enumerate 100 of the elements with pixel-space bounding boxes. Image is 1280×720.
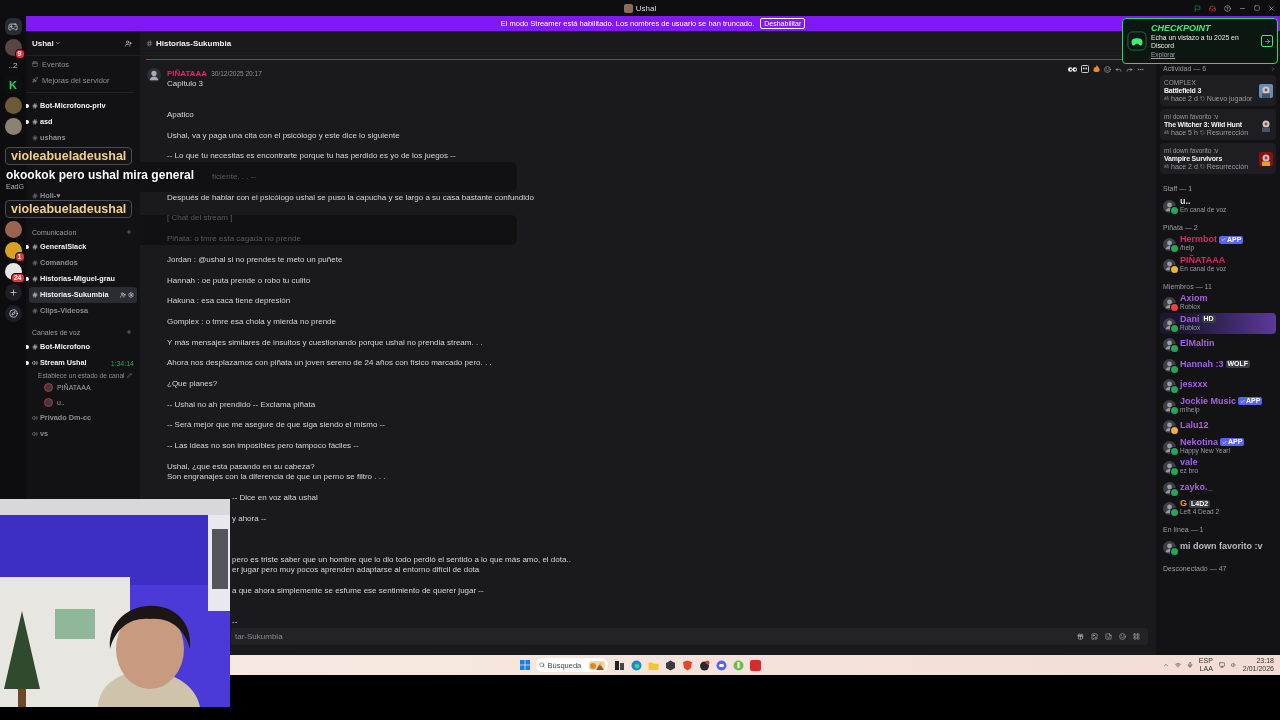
- chat-app-icon[interactable]: [715, 659, 727, 671]
- calendar-icon: [32, 61, 38, 67]
- forward-icon[interactable]: [1126, 65, 1133, 73]
- hash-icon: [32, 292, 38, 298]
- message-text: ficiente. . . --: [212, 172, 257, 183]
- discover-button[interactable]: [4, 305, 22, 322]
- flag-icon[interactable]: [1194, 4, 1201, 12]
- sticker-icon[interactable]: [1105, 633, 1112, 640]
- unread-indicator: [26, 345, 29, 349]
- maximize-icon[interactable]: [1254, 5, 1260, 11]
- message-text: ¿Que planes?: [167, 378, 219, 390]
- member-name: Axiom: [1180, 294, 1208, 304]
- member-item[interactable]: zayko._: [1160, 477, 1276, 498]
- server-icon[interactable]: [4, 221, 22, 238]
- author-name[interactable]: PIÑATAAA: [167, 69, 208, 79]
- unread-indicator: [26, 245, 29, 249]
- message-text: [ Chat del stream ]: [167, 213, 234, 224]
- open-button[interactable]: [1261, 35, 1273, 47]
- chat-username: violeabueladeushal: [5, 200, 133, 218]
- check-icon: [1240, 398, 1246, 404]
- browser-icon[interactable]: [630, 659, 642, 671]
- message-text: Gomplex : o tmre esa chola y mierda no prende: [167, 316, 337, 328]
- hash-icon: [32, 276, 38, 282]
- network-icon[interactable]: [1174, 662, 1181, 668]
- help-icon[interactable]: [1224, 4, 1231, 12]
- add-icon: [8, 288, 18, 297]
- invite-icon[interactable]: [120, 292, 126, 298]
- file-explorer-icon[interactable]: [613, 659, 625, 671]
- message-text: Y más mensajes similares de insultos y cuestionando porque ushal no prendia stream. . .: [167, 337, 484, 349]
- message-text: Apatico: [167, 110, 195, 121]
- home-button[interactable]: [4, 18, 22, 35]
- hash-icon: [32, 135, 38, 141]
- refresh-icon: [1199, 164, 1205, 169]
- add-server-button[interactable]: [4, 284, 22, 301]
- member-item[interactable]: mi down favorito :v: [1160, 536, 1276, 557]
- message-text: -- Dice en voz alta ushal: [232, 492, 319, 504]
- reply-icon[interactable]: [1115, 65, 1122, 73]
- message-text: Capitulo 3: [167, 79, 205, 89]
- shield-icon[interactable]: [681, 659, 693, 671]
- app-tile-icon[interactable]: [749, 659, 761, 671]
- app-icon[interactable]: [698, 659, 710, 671]
- member-item[interactable]: ElMaltin: [1160, 333, 1276, 354]
- message-text: Jordan : @ushal si no prendes te meto un puñete: [167, 254, 344, 266]
- message-text: Hakuna : esa caca tiene depresión: [167, 296, 292, 307]
- server-icon[interactable]: [4, 118, 22, 135]
- message-field[interactable]: tar-Sukumbia: [231, 628, 1148, 645]
- hash-icon: [32, 260, 38, 266]
- check-icon: [1222, 439, 1227, 445]
- emoji-icon[interactable]: [1119, 633, 1126, 640]
- chat-username: violeabueladeushal: [5, 147, 133, 165]
- unread-indicator: [26, 361, 29, 365]
- member-name: u..: [1180, 196, 1191, 206]
- unread-indicator: [26, 104, 29, 108]
- chevron-up-icon[interactable]: [1162, 662, 1169, 668]
- eyes-emoji-icon[interactable]: [1068, 65, 1077, 73]
- controller-icon: [1164, 130, 1169, 135]
- check-icon: [1221, 237, 1226, 243]
- emoji-face-icon[interactable]: [1081, 65, 1089, 73]
- close-icon[interactable]: [1268, 4, 1275, 12]
- member-name: Hermbot: [1180, 235, 1217, 245]
- hash-icon: [32, 193, 38, 199]
- speaker-icon: [32, 431, 38, 437]
- unread-indicator: [26, 277, 29, 281]
- member-name: zayko._: [1180, 482, 1213, 492]
- window-title: Ushal: [635, 3, 657, 13]
- invite-icon[interactable]: [125, 39, 132, 47]
- add-reaction-icon[interactable]: [1104, 65, 1111, 73]
- message-text: -- Las ideas no son imposibles pero tampoco fáciles --: [167, 441, 360, 452]
- display-icon[interactable]: [1218, 662, 1225, 668]
- hexagon-app-icon[interactable]: [664, 659, 676, 671]
- message-text: a que ahora simplemente se esfume ese sentimiento de querer jugar --: [232, 586, 485, 597]
- settings-icon[interactable]: [128, 292, 134, 298]
- microphone-icon[interactable]: [1186, 662, 1193, 668]
- hash-icon: [32, 308, 38, 314]
- avatar-icon[interactable]: [147, 68, 161, 82]
- torrent-icon[interactable]: [732, 659, 744, 671]
- hash-icon: [146, 39, 153, 47]
- member-item[interactable]: jesxxx: [1160, 374, 1276, 395]
- server-icon[interactable]: [4, 97, 22, 114]
- boost-icon: [32, 77, 38, 83]
- fire-icon[interactable]: [1093, 65, 1100, 73]
- dm-count: ..2: [8, 60, 18, 72]
- volume-icon[interactable]: [1230, 662, 1237, 668]
- apps-icon[interactable]: [1133, 633, 1140, 640]
- server-name[interactable]: Ushal: [32, 38, 61, 48]
- controller-icon: [1127, 31, 1147, 51]
- member-item[interactable]: Lalu12: [1160, 415, 1276, 436]
- message-text: Después de hablar con el psicólogo ushal se puso la capucha y se largo a su casa bastante confundido: [167, 192, 535, 204]
- server-avatar-icon: [623, 3, 633, 13]
- start-icon[interactable]: [519, 660, 530, 670]
- member-name: Dani: [1180, 314, 1200, 324]
- message-text: -- Será mejor que me asegure de que siga siendo el mismo --: [167, 420, 386, 431]
- refresh-icon: [1199, 130, 1205, 135]
- message-input[interactable]: tar-Sukumbia: [233, 631, 1070, 642]
- search-icon: [538, 662, 545, 668]
- gift-icon[interactable]: [1077, 633, 1084, 640]
- channel-title: Historias-Sukumbia: [156, 38, 232, 48]
- hash-icon: [32, 344, 38, 350]
- unread-indicator: [26, 120, 29, 124]
- inbox-icon[interactable]: [1209, 4, 1216, 12]
